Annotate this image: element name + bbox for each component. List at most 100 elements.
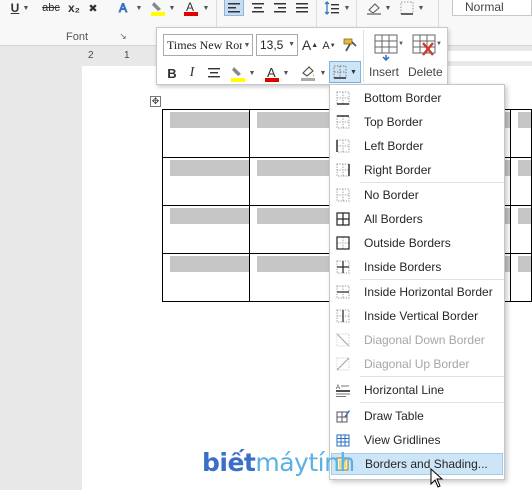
border-inside-horizontal-icon <box>336 285 350 299</box>
menu-separator <box>360 402 504 403</box>
menu-item-top-border[interactable]: Top Border <box>331 111 503 133</box>
highlight-dropdown-icon[interactable]: ▼ <box>248 66 256 80</box>
delete-table-icon: ▼ <box>412 34 441 56</box>
format-painter-glyph <box>343 38 357 52</box>
highlight-color-icon[interactable] <box>149 0 167 16</box>
menu-item-diagonal-down-border: Diagonal Down Border <box>331 329 503 351</box>
center-align-icon <box>208 68 220 78</box>
bold-button[interactable]: B <box>165 64 179 82</box>
table-cell[interactable] <box>162 109 250 158</box>
mini-toolbar: Times New Roman ▼ 13,5 ▼ A ▲ A ▼ B I ▼ A ▼… <box>156 27 448 85</box>
borders-active-icon <box>333 65 347 79</box>
menu-item-outside-borders[interactable]: Outside Borders <box>331 232 503 254</box>
delete-label[interactable]: Delete <box>408 65 443 79</box>
delete-table-button[interactable]: ▼ <box>409 32 443 62</box>
menu-item-label: Borders and Shading... <box>365 457 488 471</box>
border-inside-icon <box>336 260 350 274</box>
menu-item-view-gridlines[interactable]: View Gridlines <box>331 429 503 451</box>
svg-text:A: A <box>267 65 276 80</box>
border-all-icon <box>336 212 350 226</box>
grow-font-icon[interactable]: A ▲ <box>302 37 318 53</box>
clear-formatting-button[interactable]: ✖ <box>86 0 100 16</box>
subscript-button[interactable]: x₂ <box>66 0 82 16</box>
menu-item-label: Inside Borders <box>364 260 442 274</box>
shading-dropdown-icon[interactable]: ▼ <box>319 66 327 80</box>
menu-item-label: All Borders <box>364 212 423 226</box>
shading-dropdown-icon[interactable]: ▼ <box>384 0 392 16</box>
menu-item-label: Bottom Border <box>364 91 442 105</box>
table-move-handle-icon[interactable]: ✥ <box>150 96 161 107</box>
menu-item-right-border[interactable]: Right Border <box>331 159 503 181</box>
menu-item-all-borders[interactable]: All Borders <box>331 208 503 230</box>
font-color-dropdown-icon[interactable]: ▼ <box>202 0 210 16</box>
line-spacing-icon[interactable] <box>322 0 342 16</box>
menu-item-inside-borders[interactable]: Inside Borders <box>331 256 503 278</box>
strikethrough-button[interactable]: abc <box>40 0 62 16</box>
highlight-button[interactable] <box>229 64 247 82</box>
justify-button[interactable] <box>292 0 312 16</box>
text-effects-dropdown-icon[interactable]: ▼ <box>135 0 143 16</box>
menu-item-left-border[interactable]: Left Border <box>331 135 503 157</box>
center-button[interactable] <box>205 64 223 82</box>
menu-item-borders-and-shading[interactable]: Borders and Shading... <box>331 453 503 475</box>
font-size-dropdown-icon[interactable]: ▼ <box>288 35 295 55</box>
font-color-dropdown-icon[interactable]: ▼ <box>282 66 290 80</box>
table-cell[interactable] <box>510 205 532 254</box>
menu-separator <box>360 376 504 377</box>
table-cell[interactable] <box>510 253 532 302</box>
menu-item-inside-horizontal-border[interactable]: Inside Horizontal Border <box>331 281 503 303</box>
align-center-button[interactable] <box>248 0 268 16</box>
align-right-button[interactable] <box>270 0 290 16</box>
menu-item-inside-vertical-border[interactable]: Inside Vertical Border <box>331 305 503 327</box>
menu-item-label: Top Border <box>364 115 423 129</box>
shading-button[interactable] <box>299 63 317 81</box>
format-painter-icon[interactable] <box>341 36 359 54</box>
font-name-box[interactable]: Times New Roman ▼ <box>163 34 253 56</box>
menu-item-horizontal-line[interactable]: A Horizontal Line <box>331 379 503 401</box>
insert-table-button[interactable]: ▼ <box>371 32 405 62</box>
table-cell[interactable] <box>162 205 250 254</box>
shading-icon[interactable] <box>364 0 384 16</box>
font-name-dropdown-icon[interactable]: ▼ <box>242 35 252 55</box>
svg-text:▼: ▼ <box>436 41 441 47</box>
table-cell[interactable] <box>510 109 532 158</box>
font-size-box[interactable]: 13,5 ▼ <box>256 34 298 56</box>
underline-button[interactable]: U <box>8 0 22 16</box>
insert-table-icon: ▼ <box>374 34 403 61</box>
highlight-dropdown-icon[interactable]: ▼ <box>168 0 176 16</box>
menu-item-label: Draw Table <box>364 409 424 423</box>
font-color-button[interactable]: A <box>263 64 281 82</box>
align-center-icon <box>252 3 264 13</box>
insert-label[interactable]: Insert <box>369 65 399 79</box>
table-cell[interactable] <box>162 157 250 206</box>
align-left-button[interactable] <box>224 0 244 16</box>
table-cell[interactable] <box>162 253 250 302</box>
font-color-icon[interactable]: A <box>182 0 200 16</box>
style-normal-tile[interactable]: Normal <box>452 0 532 16</box>
menu-item-label: Right Border <box>364 163 432 177</box>
italic-button[interactable]: I <box>185 64 199 82</box>
borders-ribbon-dropdown-icon[interactable]: ▼ <box>417 0 425 16</box>
border-right-icon <box>336 163 350 177</box>
borders-button[interactable]: ▼ <box>329 61 361 83</box>
borders-ribbon-glyph <box>400 1 414 15</box>
border-bottom-icon <box>336 91 350 105</box>
align-left-icon <box>228 2 240 12</box>
underline-dropdown-icon[interactable]: ▼ <box>22 0 30 16</box>
border-left-icon <box>336 139 350 153</box>
menu-item-draw-table[interactable]: Draw Table <box>331 405 503 427</box>
font-dialog-launcher-icon[interactable]: ↘ <box>118 30 128 42</box>
border-inside-vertical-icon <box>336 309 350 323</box>
menu-item-no-border[interactable]: No Border <box>331 184 503 206</box>
borders-dropdown-arrow-icon: ▼ <box>350 68 357 76</box>
line-spacing-dropdown-icon[interactable]: ▼ <box>343 0 351 16</box>
view-gridlines-icon <box>336 434 350 447</box>
highlight-pen-icon <box>231 66 245 82</box>
shrink-font-icon[interactable]: A ▼ <box>322 38 335 54</box>
table-cell[interactable] <box>510 157 532 206</box>
watermark-logo: biếtmáytính <box>202 448 355 477</box>
borders-ribbon-icon[interactable] <box>398 0 416 16</box>
menu-item-bottom-border[interactable]: Bottom Border <box>331 87 503 109</box>
font-color-a-icon: A <box>265 65 279 82</box>
text-effects-icon[interactable]: A <box>116 0 134 16</box>
